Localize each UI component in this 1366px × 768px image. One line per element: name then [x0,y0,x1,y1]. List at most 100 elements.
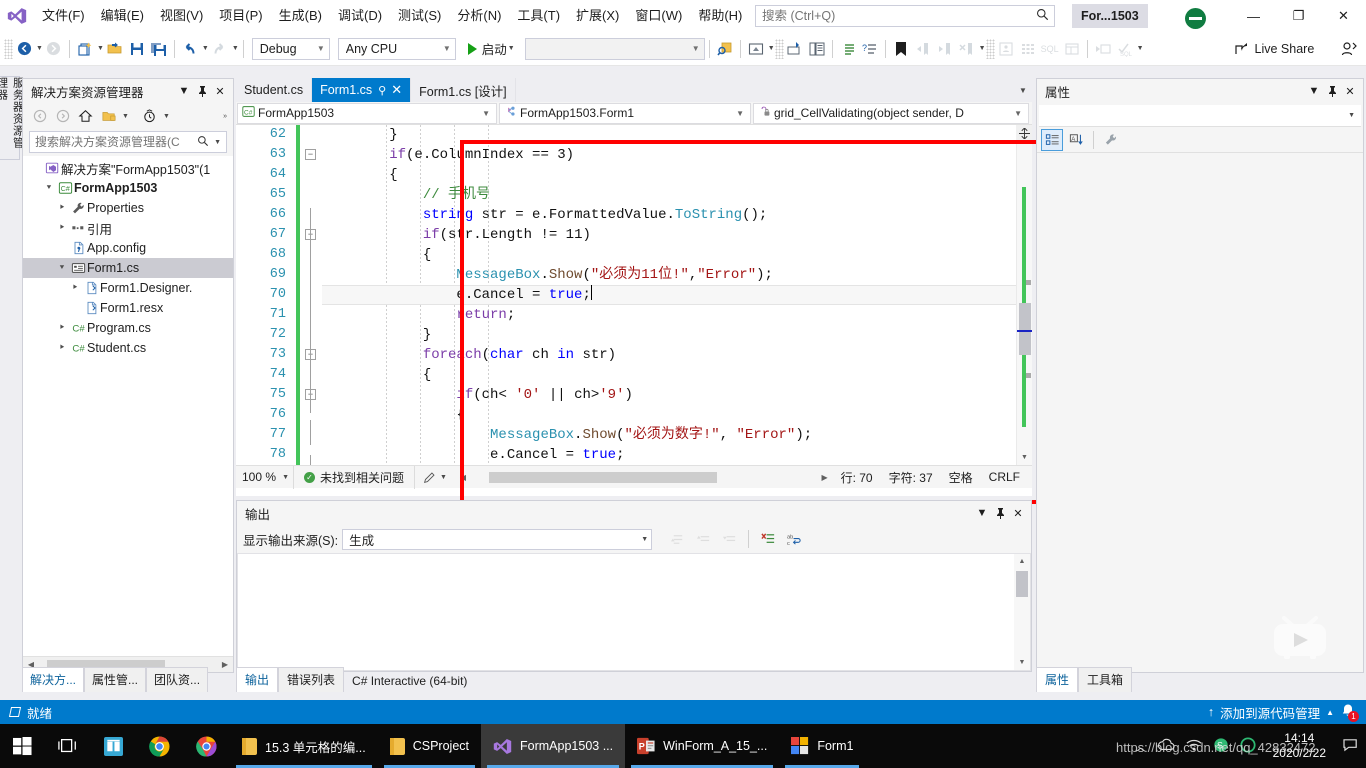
properties-dock-tab-0[interactable]: 属性 [1036,667,1079,692]
property-pages-icon[interactable] [1100,129,1122,151]
navigate-backward-button[interactable] [13,37,35,61]
menu-bar[interactable]: 文件(F) 编辑(E) 视图(V) 项目(P) 生成(B) 调试(D) 测试(S… [34,0,750,32]
bottom-dock-tab-1[interactable]: 错误列表 [278,667,345,692]
menu-view[interactable]: 视图(V) [152,0,211,32]
pin-icon[interactable] [1323,82,1341,100]
close-icon[interactable]: ✕ [1341,82,1359,100]
expander-collapsed-icon[interactable]: ⯈ [55,223,69,233]
home-icon[interactable] [75,106,96,127]
output-vertical-scrollbar[interactable]: ▲ ▼ [1014,554,1030,670]
document-tab-form1[interactable]: Form1.cs ⚲ ✕ [312,78,412,102]
pending-changes-dropdown-icon[interactable]: ▼ [163,113,170,120]
expander-collapsed-icon[interactable]: ⯈ [55,343,69,353]
scroll-left-icon[interactable]: ◀ [455,473,471,482]
code-line[interactable]: e.Cancel = true; [322,285,1032,305]
taskbar-item-form1[interactable]: Form1 [779,724,865,768]
toggle-word-wrap-icon[interactable]: ab c [783,528,805,550]
tree-item-form1.cs[interactable]: ⯆ Form1.cs [23,258,233,278]
clear-all-icon[interactable] [757,528,779,550]
expander-collapsed-icon[interactable]: ⯈ [55,323,69,333]
redo-dropdown-icon[interactable]: ▼ [232,45,239,52]
redo-button[interactable] [209,37,231,61]
pending-changes-icon[interactable] [139,106,160,127]
code-line[interactable]: foreach(char ch in str) [322,345,1032,365]
properties-grid[interactable] [1037,153,1363,672]
window-controls[interactable]: — ❐ ✕ [1231,0,1366,32]
code-line[interactable]: // 手机号 [322,185,1032,205]
scroll-down-icon[interactable]: ▼ [1017,450,1032,465]
annotation-tool-button[interactable]: ▼ [415,471,455,484]
properties-window-icon[interactable] [784,37,806,61]
scroll-down-icon[interactable]: ▼ [1014,655,1030,670]
collapse-region-icon[interactable]: − [305,149,316,160]
toolbar-grip[interactable] [774,38,784,59]
nav-type-combo[interactable]: FormApp1503.Form1 ▼ [499,102,751,124]
previous-bookmark-icon[interactable] [912,37,934,61]
undo-dropdown-icon[interactable]: ▼ [202,45,209,52]
taskbar-chrome-button[interactable] [136,724,183,768]
forward-icon[interactable] [52,106,73,127]
left-dock-tab-1[interactable]: 属性管... [84,667,147,692]
expander-expanded-icon[interactable]: ⯆ [42,183,56,193]
solution-configuration-combo[interactable]: Debug ▼ [251,37,330,60]
solution-explorer-icon[interactable] [745,37,767,61]
new-query-icon[interactable] [1092,37,1114,61]
server-explorer-icon[interactable] [995,37,1017,61]
nav-project-combo[interactable]: C# FormApp1503 ▼ [237,102,497,124]
debug-target-combo[interactable]: ▼ [524,37,705,60]
quick-launch-search[interactable] [755,5,1055,27]
code-line[interactable]: } [322,325,1032,345]
sql-overflow-icon[interactable]: ▼ [1137,45,1144,52]
pin-icon[interactable] [991,504,1009,522]
solution-explorer-search[interactable]: ▼ [29,131,227,153]
zoom-level-combo[interactable]: 100 % ▼ [236,465,294,489]
document-tab-bar[interactable]: Student.cs Form1.cs ⚲ ✕ Form1.cs [设计] ▼ [236,78,1032,102]
menu-analyze[interactable]: 分析(N) [449,0,509,32]
scrollbar-thumb[interactable] [1019,303,1031,355]
toolbox-icon[interactable] [806,37,828,61]
bottom-dock-tabs[interactable]: 输出 错误列表 C# Interactive (64-bit) [236,667,636,692]
tree-item-form1.designer.[interactable]: ⯈ Form1.Designer. [23,278,233,298]
server-explorer-vertical-tab[interactable]: 服务器资源管理器 [0,76,24,160]
invite-people-icon[interactable] [1338,37,1360,61]
document-tab-overflow-icon[interactable]: ▼ [1014,78,1032,102]
tree-item-formapp1503[interactable]: ⯆ C# FormApp1503 [23,178,233,198]
output-text-area[interactable]: ▲ ▼ [237,553,1031,671]
taskbar-item-visual-studio[interactable]: FormApp1503 ... [481,724,626,768]
tree-item-form1.resx[interactable]: Form1.resx [23,298,233,318]
scroll-right-icon[interactable]: ▶ [817,473,833,482]
live-share-button[interactable]: Live Share [1228,37,1321,61]
source-control-label[interactable]: 添加到源代码管理 [1220,703,1320,722]
menu-edit[interactable]: 编辑(E) [93,0,152,32]
code-line[interactable]: { [322,365,1032,385]
output-source-combo[interactable]: 生成 ▼ [342,528,653,550]
taskbar-item-folder1[interactable]: 15.3 单元格的编... [230,724,378,768]
chevron-down-icon[interactable]: ▼ [973,504,991,522]
nav-member-combo[interactable]: grid_CellValidating(object sender, D ▼ [753,102,1029,124]
editor-split-grip[interactable] [1016,125,1032,141]
sql-icon[interactable]: SQL [1039,37,1061,61]
taskbar-chrome-canary-button[interactable] [183,724,230,768]
code-text-area[interactable]: 6263646566676869707172737475767778 −−−− … [236,125,1032,465]
code-line[interactable]: if(ch< '0' || ch>'9') [322,385,1032,405]
taskbar-store-button[interactable] [91,724,136,768]
toolbar-grip[interactable] [4,38,13,59]
navigate-backward-dropdown-icon[interactable]: ▼ [36,45,43,52]
document-tab-student[interactable]: Student.cs [236,78,313,102]
close-icon[interactable]: ✕ [211,82,229,100]
code-line[interactable]: if(str.Length != 11) [322,225,1032,245]
editor-vertical-scrollbar[interactable]: ▲ ▼ [1016,125,1032,465]
pin-icon[interactable]: ⚲ [378,84,386,97]
data-grid-icon[interactable] [1017,37,1039,61]
hscroll-track[interactable] [470,470,817,484]
navigate-forward-button[interactable] [43,37,65,61]
scrollbar-thumb[interactable] [1016,571,1028,597]
table-designer-icon[interactable] [1061,37,1083,61]
close-button[interactable]: ✕ [1321,0,1366,32]
minimize-button[interactable]: — [1231,0,1276,32]
verify-sql-icon[interactable]: SQL [1114,37,1136,61]
go-to-next-message-icon[interactable] [718,528,740,550]
left-dock-tab-0[interactable]: 解决方... [22,667,85,692]
code-line[interactable]: return; [322,305,1032,325]
start-dropdown-icon[interactable]: ▼ [508,45,515,52]
